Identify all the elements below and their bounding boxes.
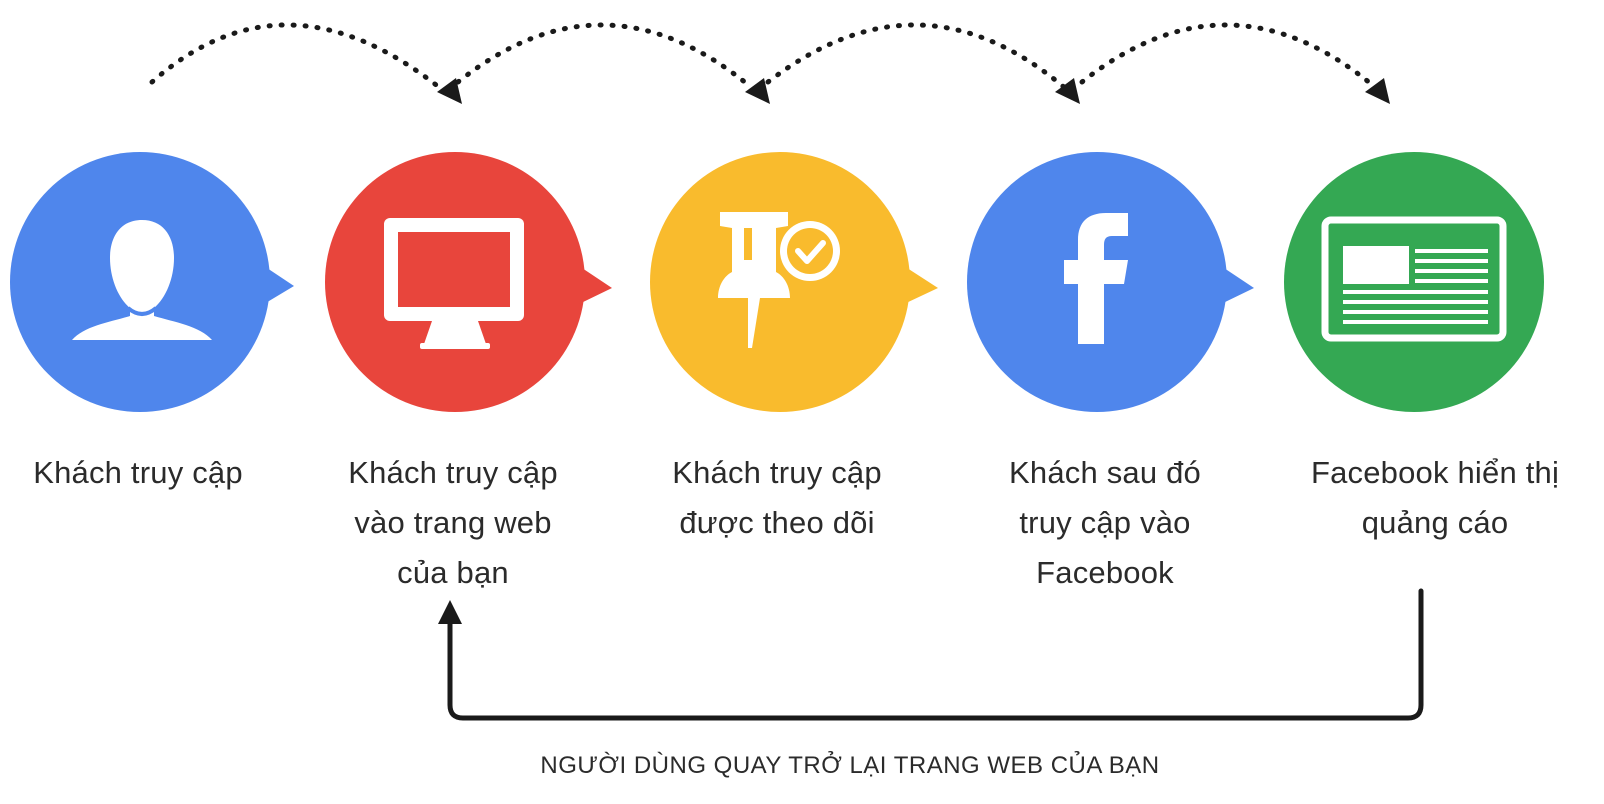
return-arrow [438,588,1424,721]
arc-arrowhead-4 [1055,78,1080,104]
step-3-circle [650,152,938,412]
arc-arrowheads [437,78,1390,104]
step-2-label: Khách truy cập vào trang web của bạn [348,455,558,590]
step-2-circle [325,152,612,412]
step-4-circle [967,152,1254,412]
step-5-circle [1284,152,1544,412]
step-5-label: Facebook hiển thị quảng cáo [1310,455,1560,540]
arc-3-4 [765,22,1068,91]
step-1-circle [10,152,294,412]
arc-4-5 [1079,22,1379,91]
return-arrowhead [438,600,462,624]
arc-2-3 [455,22,755,91]
step-4-label: Khách sau đó truy cập vào Facebook [1009,455,1201,590]
step-3-label: Khách truy cập được theo dõi [672,455,882,540]
arc-1-2 [149,22,443,91]
step-1-label: Khách truy cập [33,455,243,490]
flow-diagram [10,22,1544,721]
return-label: NGƯỜI DÙNG QUAY TRỞ LẠI TRANG WEB CỦA BẠ… [540,752,1160,779]
